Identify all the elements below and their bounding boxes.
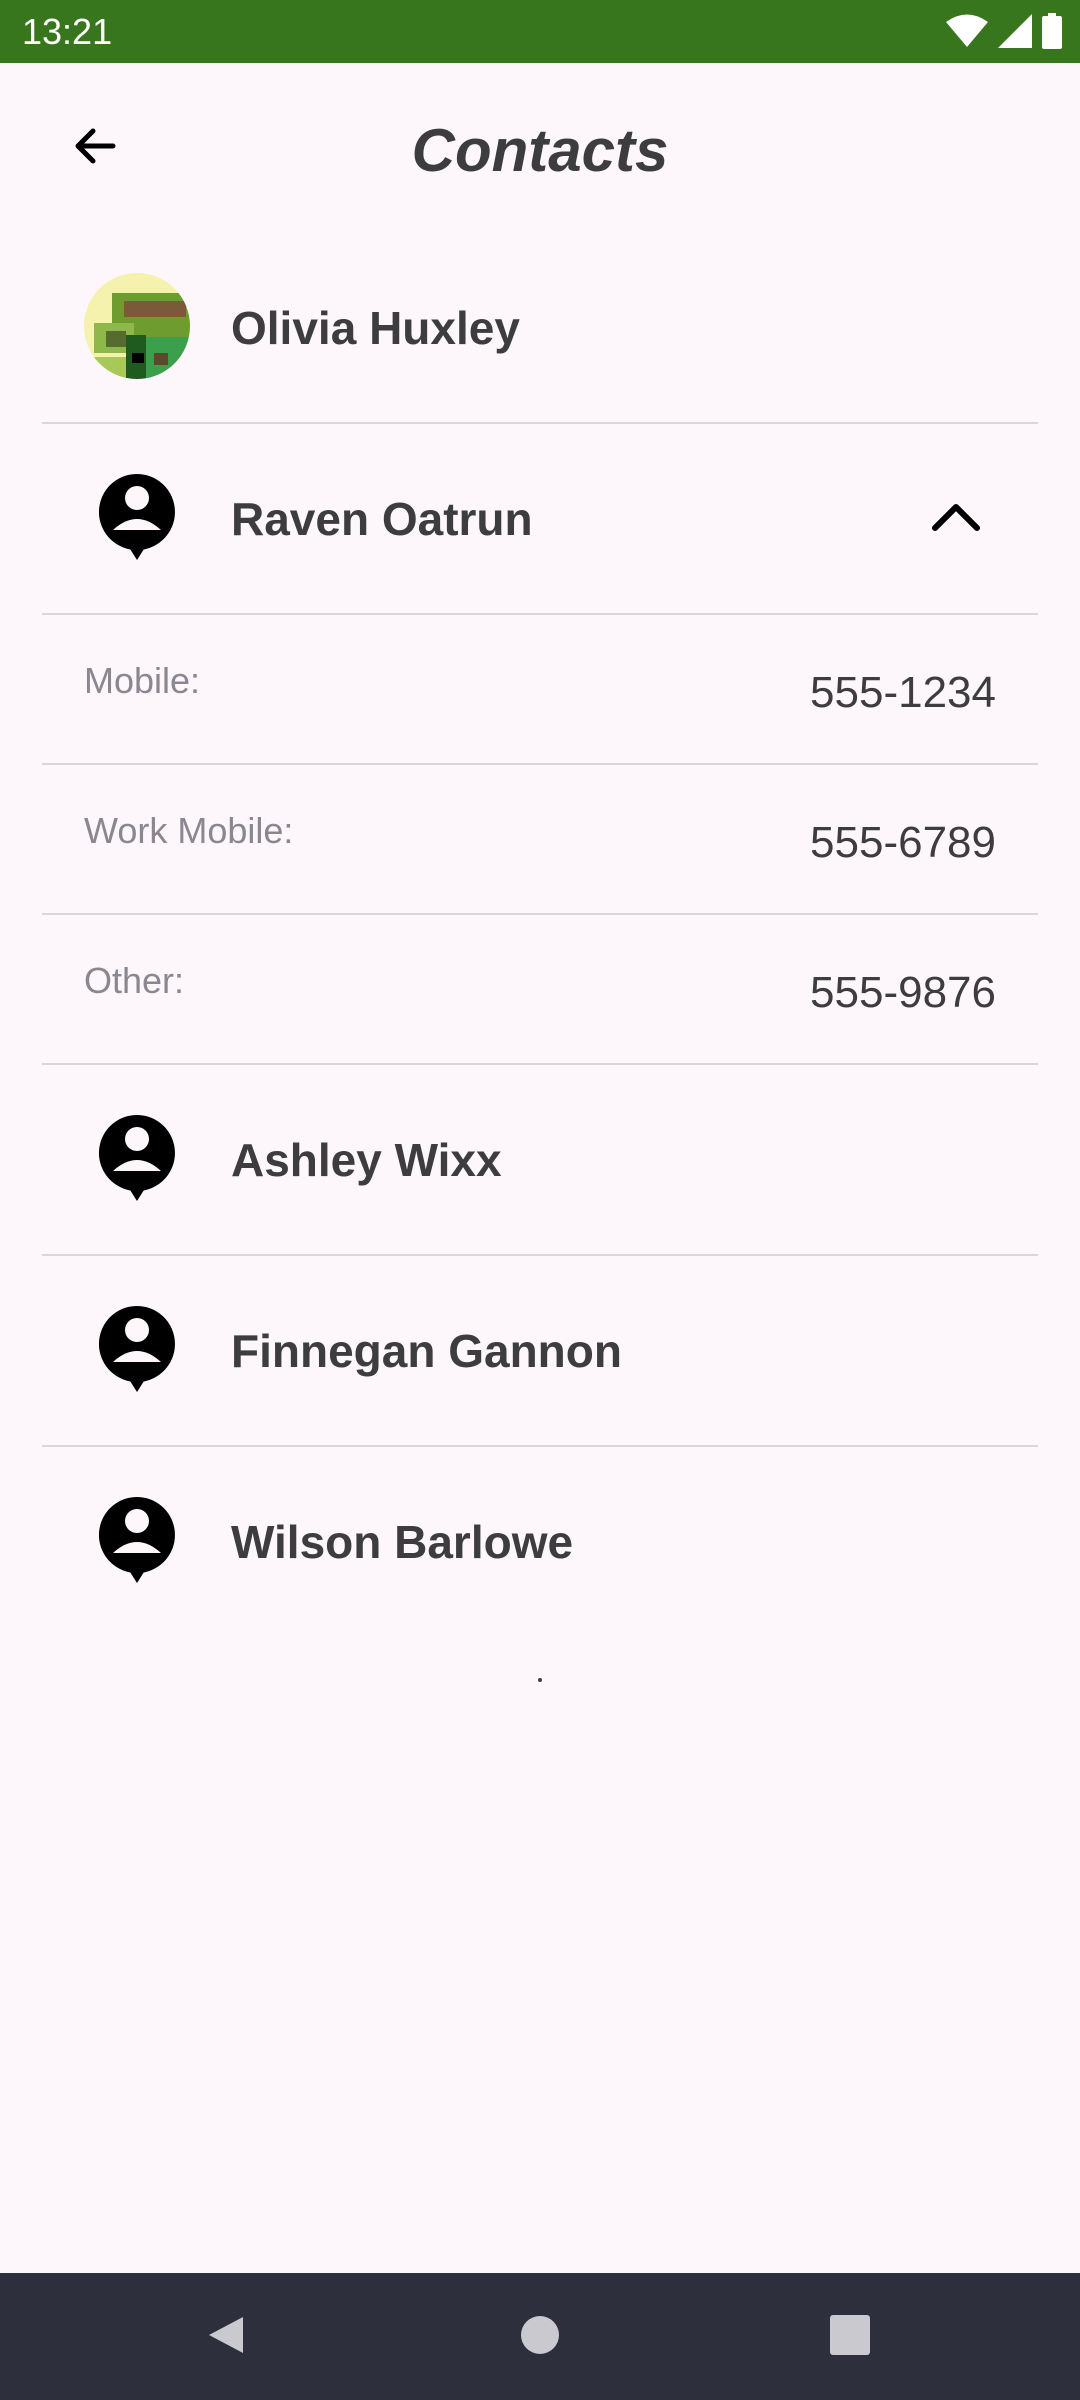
contact-row[interactable]: Wilson Barlowe <box>42 1447 1038 1638</box>
list-end-dot <box>538 1678 542 1682</box>
contact-name: Raven Oatrun <box>231 493 533 545</box>
wifi-icon <box>946 14 988 48</box>
contact-row[interactable]: Raven Oatrun <box>42 424 1038 615</box>
collapse-button[interactable] <box>916 479 996 559</box>
app-bar: Contacts <box>0 63 1080 233</box>
status-bar: 13:21 <box>0 0 1080 63</box>
nav-back-button[interactable] <box>180 2295 270 2379</box>
contact-list: Olivia Huxley Raven Oatrun Mobile: 555-1… <box>42 233 1038 1638</box>
page-title: Contacts <box>411 117 669 184</box>
chevron-up-icon <box>931 502 981 537</box>
home-circle-icon <box>520 2315 560 2360</box>
contact-name: Olivia Huxley <box>231 302 520 354</box>
recents-square-icon <box>830 2314 870 2360</box>
person-pin-icon <box>84 1487 190 1593</box>
avatar <box>84 273 190 379</box>
contact-row[interactable]: Olivia Huxley <box>42 233 1038 424</box>
signal-icon <box>998 14 1032 48</box>
status-icons <box>946 12 1062 50</box>
phone-detail-row[interactable]: Other: 555-9876 <box>42 915 1038 1065</box>
contact-name: Wilson Barlowe <box>231 1516 574 1568</box>
detail-label: Mobile: <box>84 660 201 701</box>
navigation-bar <box>0 2273 1080 2400</box>
detail-label: Work Mobile: <box>84 810 294 851</box>
phone-number: 555-1234 <box>810 668 996 717</box>
person-pin-icon <box>84 1296 190 1402</box>
contact-name: Finnegan Gannon <box>231 1325 622 1377</box>
battery-icon <box>1042 13 1062 49</box>
arrow-left-icon <box>71 122 119 175</box>
status-time: 13:21 <box>22 11 113 52</box>
back-button[interactable] <box>55 108 135 188</box>
detail-label: Other: <box>84 960 185 1001</box>
contact-row[interactable]: Finnegan Gannon <box>42 1256 1038 1447</box>
person-pin-icon <box>84 1105 190 1211</box>
person-pin-icon <box>84 464 190 570</box>
phone-number: 555-9876 <box>810 968 996 1017</box>
phone-detail-row[interactable]: Work Mobile: 555-6789 <box>42 765 1038 915</box>
phone-number: 555-6789 <box>810 818 996 867</box>
contact-name: Ashley Wixx <box>231 1134 502 1186</box>
nav-recents-button[interactable] <box>805 2295 895 2379</box>
nav-home-button[interactable] <box>495 2295 585 2379</box>
phone-detail-row[interactable]: Mobile: 555-1234 <box>42 615 1038 765</box>
back-triangle-icon <box>203 2313 247 2362</box>
contact-row[interactable]: Ashley Wixx <box>42 1065 1038 1256</box>
